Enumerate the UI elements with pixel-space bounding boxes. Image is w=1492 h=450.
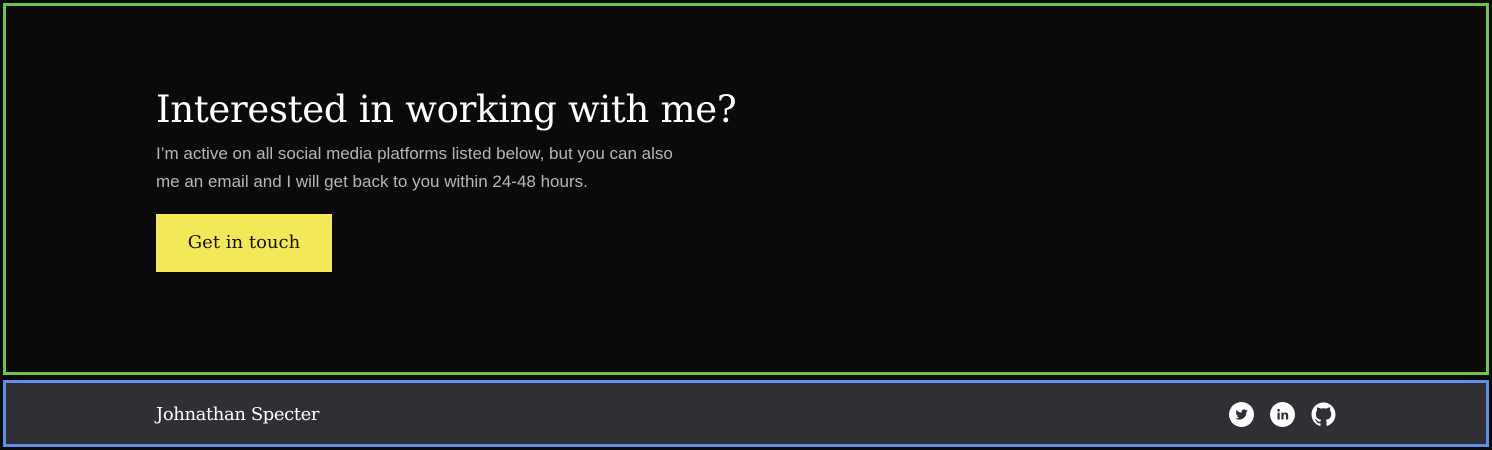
linkedin-link[interactable] [1270, 402, 1295, 427]
cta-description: I’m active on all social media platforms… [156, 144, 673, 191]
twitter-icon [1229, 402, 1254, 427]
footer-name: Johnathan Specter [156, 404, 320, 425]
cta-title: Interested in working with me? [156, 88, 737, 131]
get-in-touch-button[interactable]: Get in touch [156, 214, 332, 272]
social-links [1229, 402, 1336, 427]
github-icon [1311, 402, 1336, 426]
github-link[interactable] [1311, 402, 1336, 427]
twitter-link[interactable] [1229, 402, 1254, 427]
site-footer: Johnathan Specter [3, 380, 1489, 447]
cta-content: Interested in working with me? I’m activ… [156, 86, 737, 272]
contact-cta-section: Interested in working with me? I’m activ… [3, 3, 1489, 375]
linkedin-icon [1270, 402, 1295, 427]
